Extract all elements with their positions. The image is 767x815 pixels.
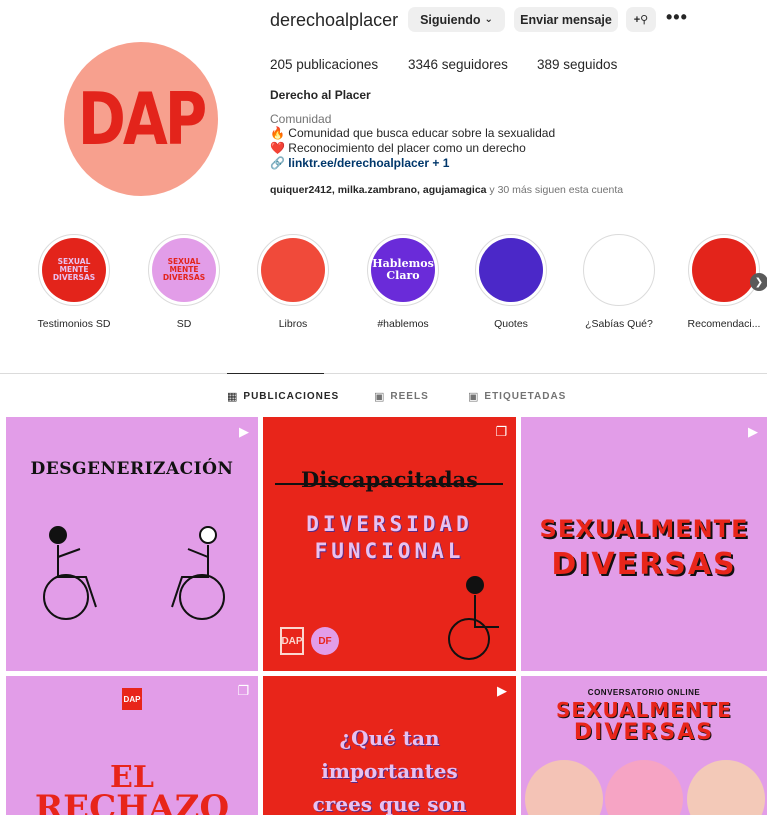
chevron-right-icon[interactable]: ❯ xyxy=(750,273,767,291)
highlight-ring: SEXUAL MENTE DIVERSAS xyxy=(38,234,110,306)
speaker-photo xyxy=(605,760,683,815)
post-title: DIVERSAS xyxy=(573,720,715,745)
post-tile[interactable]: ❐ DAP EL RECHAZO xyxy=(6,676,258,815)
bio-link[interactable]: 🔗 linktr.ee/derechoalplacer + 1 xyxy=(270,156,449,170)
highlight-ring xyxy=(257,234,329,306)
post-tile[interactable]: ▶ SEXUALMENTE DIVERSAS xyxy=(521,417,767,671)
highlight-ring xyxy=(688,234,760,306)
add-person-icon: +⚲ xyxy=(633,14,649,26)
highlight-cover: SEXUAL MENTE DIVERSAS xyxy=(42,238,106,302)
profile-username: derechoalplacer xyxy=(270,10,399,30)
highlight-label: Testimonios SD xyxy=(37,318,111,330)
highlight-cover xyxy=(587,238,651,302)
profile-full-name: Derecho al Placer xyxy=(270,88,371,102)
post-title: ¿Qué tan xyxy=(339,726,440,750)
following-button[interactable]: Siguiendo ⌄ xyxy=(408,7,505,32)
active-tab-indicator xyxy=(227,373,324,374)
chevron-down-icon: ⌄ xyxy=(484,14,493,25)
post-title: crees que son xyxy=(312,792,467,815)
followers-count[interactable]: 3346 seguidores xyxy=(408,57,508,72)
bio-line: 🔥 Comunidad que busca educar sobre la se… xyxy=(270,126,556,140)
profile-category: Comunidad xyxy=(270,112,332,126)
highlight-cover xyxy=(261,238,325,302)
highlight-label: SD xyxy=(176,318,192,330)
tab-posts[interactable]: ▦ PUBLICACIONES xyxy=(227,390,339,403)
highlight-cover-text: SEXUAL MENTE DIVERSAS xyxy=(52,257,96,282)
tab-tagged[interactable]: ▣ ETIQUETADAS xyxy=(468,390,566,403)
tab-reels-label: REELS xyxy=(390,391,429,402)
highlight-cover-text: Hablemos Claro xyxy=(372,257,434,282)
following-button-label: Siguiendo xyxy=(420,12,481,27)
followed-by-names: quiquer2412, milka.zambrano, agujamagica xyxy=(270,184,487,196)
post-tile[interactable]: CONVERSATORIO ONLINE SEXUALMENTE DIVERSA… xyxy=(521,676,767,815)
post-tile[interactable]: ▶ ¿Qué tan importantes crees que son xyxy=(263,676,516,815)
highlight-cover: SEXUAL MENTE DIVERSAS xyxy=(152,238,216,302)
dap-logo: DAP xyxy=(122,688,142,710)
tabs-divider xyxy=(0,373,767,374)
tab-tagged-label: ETIQUETADAS xyxy=(484,391,567,402)
highlight-label: Libros xyxy=(278,318,308,330)
reel-icon: ▶ xyxy=(497,683,507,698)
carousel-icon: ❐ xyxy=(237,683,249,698)
highlight-label: Recomendaci... xyxy=(687,318,761,330)
reel-icon: ▶ xyxy=(748,424,758,439)
highlight-item[interactable]: SEXUAL MENTE DIVERSAS Testimonios SD xyxy=(30,234,118,330)
highlight-cover xyxy=(479,238,543,302)
speaker-photo xyxy=(525,760,603,815)
posts-count: 205 publicaciones xyxy=(270,57,379,72)
highlight-label: ¿Sabías Qué? xyxy=(585,318,653,330)
tab-reels[interactable]: ▣ REELS xyxy=(374,390,429,403)
tab-posts-label: PUBLICACIONES xyxy=(243,391,340,402)
wheelchair-illustration xyxy=(448,576,499,660)
followed-by[interactable]: quiquer2412, milka.zambrano, agujamagica… xyxy=(270,184,623,196)
post-title: SEXUALMENTE xyxy=(539,515,749,543)
speaker-photo xyxy=(687,760,765,815)
highlight-item[interactable]: SEXUAL MENTE DIVERSAS SD xyxy=(140,234,228,330)
highlight-item[interactable]: Hablemos Claro #hablemos xyxy=(359,234,447,330)
post-kicker: CONVERSATORIO ONLINE xyxy=(587,688,701,697)
send-message-button[interactable]: Enviar mensaje xyxy=(514,7,618,32)
highlight-item[interactable]: Quotes xyxy=(467,234,555,330)
post-tile[interactable]: ▶ DESGENERIZACIÓN xyxy=(6,417,258,671)
wheelchair-illustration xyxy=(43,526,225,620)
highlight-ring xyxy=(583,234,655,306)
avatar-logo-text: DAP xyxy=(77,76,208,162)
post-title: importantes xyxy=(321,759,458,783)
highlight-cover: Hablemos Claro xyxy=(371,238,435,302)
highlight-cover-text: SEXUAL MENTE DIVERSAS xyxy=(162,257,206,282)
post-title: DIVERSAS xyxy=(551,547,737,582)
post-title: RECHAZO xyxy=(34,788,230,815)
highlight-label: #hablemos xyxy=(377,318,429,330)
grid-icon: ▦ xyxy=(227,391,239,403)
post-title: SEXUALMENTE xyxy=(556,698,732,722)
tagged-icon: ▣ xyxy=(468,391,480,403)
highlight-label: Quotes xyxy=(494,318,528,330)
following-count[interactable]: 389 seguidos xyxy=(537,57,617,72)
suggest-people-button[interactable]: +⚲ xyxy=(626,7,656,32)
highlight-ring: Hablemos Claro xyxy=(367,234,439,306)
highlight-ring: SEXUAL MENTE DIVERSAS xyxy=(148,234,220,306)
reels-icon: ▣ xyxy=(374,391,386,403)
profile-avatar[interactable]: DAP xyxy=(64,42,218,196)
highlight-item[interactable]: ¿Sabías Qué? xyxy=(575,234,663,330)
more-options-icon[interactable]: ••• xyxy=(666,7,688,28)
highlight-ring xyxy=(475,234,547,306)
bio-line: ❤️ Reconocimiento del placer como un der… xyxy=(270,141,526,155)
followed-by-rest: y 30 más siguen esta cuenta xyxy=(486,184,624,196)
highlight-item[interactable]: Libros xyxy=(249,234,337,330)
post-tile[interactable]: ❐ Discapacitadas DIVERSIDAD FUNCIONAL DA… xyxy=(263,417,516,671)
highlight-cover xyxy=(692,238,756,302)
